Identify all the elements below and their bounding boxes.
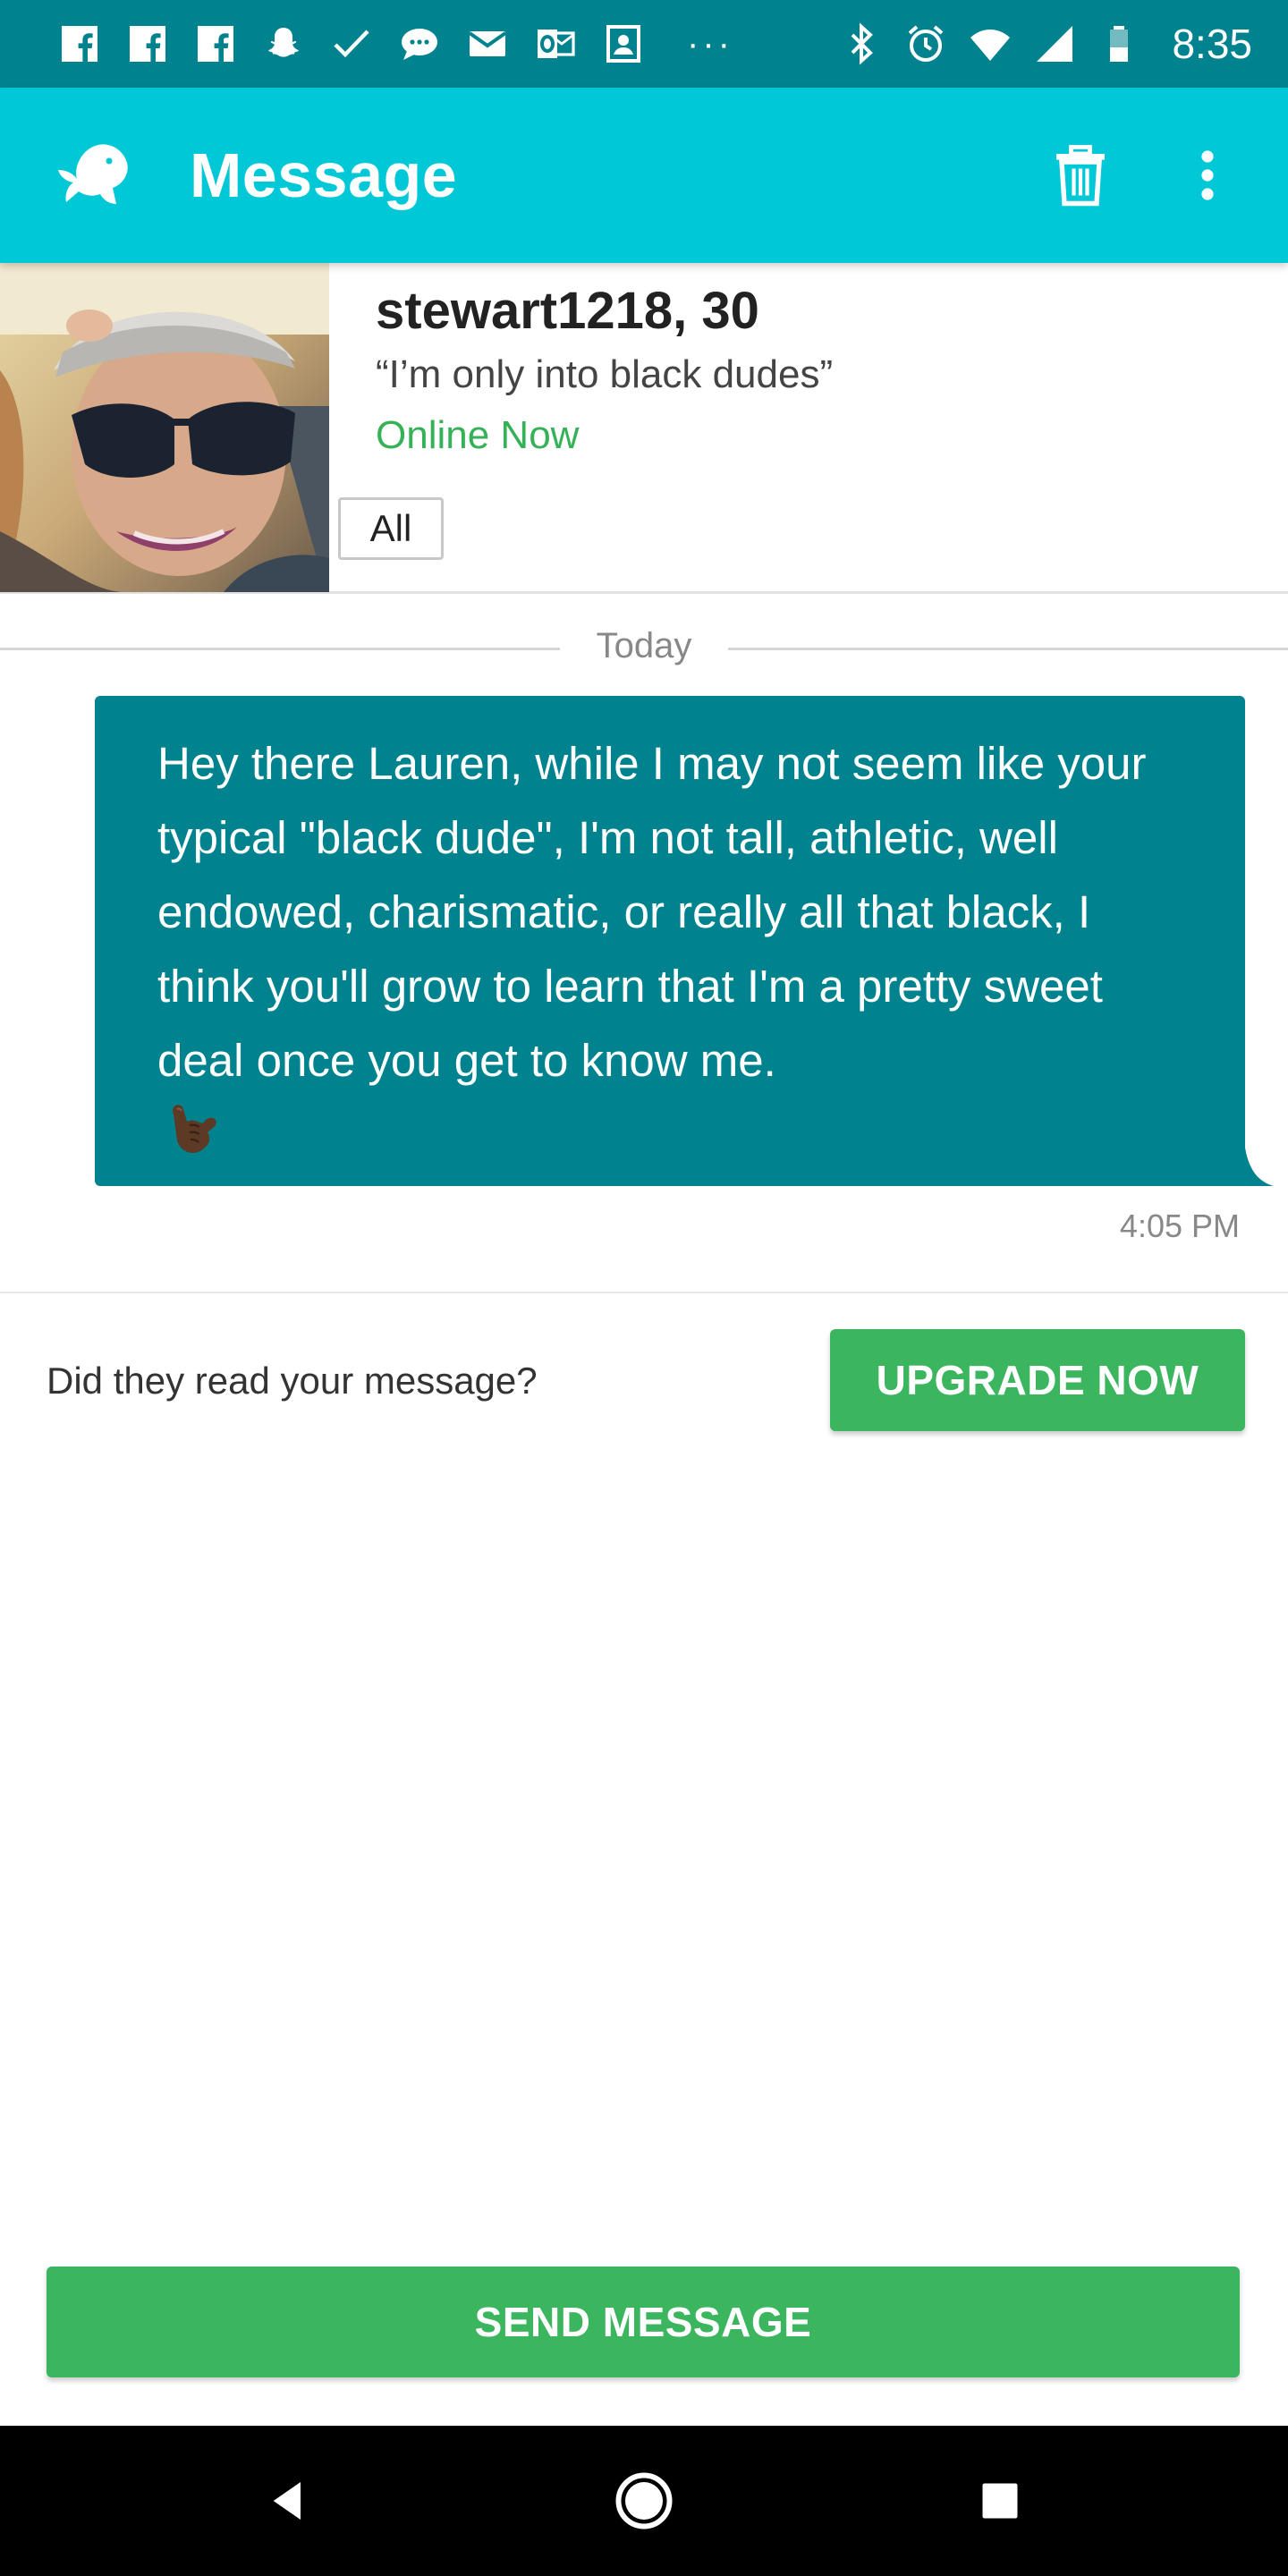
battery-icon	[1097, 21, 1141, 66]
snapchat-icon	[261, 21, 306, 66]
avatar[interactable]	[0, 263, 329, 592]
message-timestamp: 4:05 PM	[1119, 1208, 1240, 1244]
app-bar: Message	[0, 88, 1288, 263]
check-icon	[329, 21, 374, 66]
date-divider: Today	[0, 623, 1288, 676]
chat-bubble-icon	[397, 21, 442, 66]
home-button[interactable]	[608, 2465, 680, 2537]
profile-name[interactable]: stewart1218, 30	[376, 281, 759, 341]
message-text: Hey there Lauren, while I may not seem l…	[157, 738, 1147, 1086]
home-icon	[615, 2472, 673, 2529]
date-label: Today	[596, 626, 692, 665]
divider-line	[728, 648, 1288, 650]
notification-icons: ···	[57, 21, 839, 66]
upgrade-now-button[interactable]: UPGRADE NOW	[830, 1329, 1245, 1431]
bubble-tail	[1243, 1131, 1274, 1186]
page-title: Message	[190, 140, 458, 210]
profile-header: stewart1218, 30 “I’m only into black dud…	[0, 263, 1288, 594]
message-bubble[interactable]: Hey there Lauren, while I may not seem l…	[95, 696, 1245, 1186]
trash-icon	[1056, 145, 1105, 207]
overflow-notifications: ···	[687, 24, 733, 64]
profile-photo	[0, 263, 329, 592]
system-icons: 8:35	[839, 20, 1252, 68]
signal-icon	[1032, 21, 1077, 66]
read-receipt-prompt: Did they read your message?	[47, 1360, 538, 1402]
navigation-bar	[0, 2426, 1288, 2576]
section-divider	[0, 1292, 1288, 1293]
recent-apps-icon	[982, 2483, 1018, 2519]
mail-icon	[465, 21, 510, 66]
more-vert-icon	[1201, 150, 1214, 200]
profile-headline: “I’m only into black dudes”	[376, 352, 834, 396]
divider-line	[0, 648, 560, 650]
back-button[interactable]	[252, 2465, 324, 2537]
more-options-button[interactable]	[1172, 140, 1243, 211]
status-time: 8:35	[1172, 21, 1252, 67]
back-icon	[273, 2482, 301, 2520]
online-status: Online Now	[376, 413, 580, 457]
facebook-icon	[193, 21, 238, 66]
facebook-icon	[125, 21, 170, 66]
delete-button[interactable]	[1045, 140, 1116, 211]
contact-card-icon	[601, 21, 646, 66]
filter-all-button[interactable]: All	[338, 497, 444, 560]
fish-logo-icon[interactable]	[47, 132, 140, 218]
outlook-icon	[533, 21, 578, 66]
bluetooth-icon	[839, 21, 884, 66]
facebook-icon	[57, 21, 102, 66]
status-bar: ··· 8:35	[0, 0, 1288, 88]
call-me-hand-icon	[163, 1097, 225, 1159]
alarm-icon	[903, 21, 948, 66]
recent-apps-button[interactable]	[964, 2465, 1036, 2537]
send-message-button[interactable]: SEND MESSAGE	[47, 2267, 1240, 2377]
wifi-icon	[968, 21, 1013, 66]
